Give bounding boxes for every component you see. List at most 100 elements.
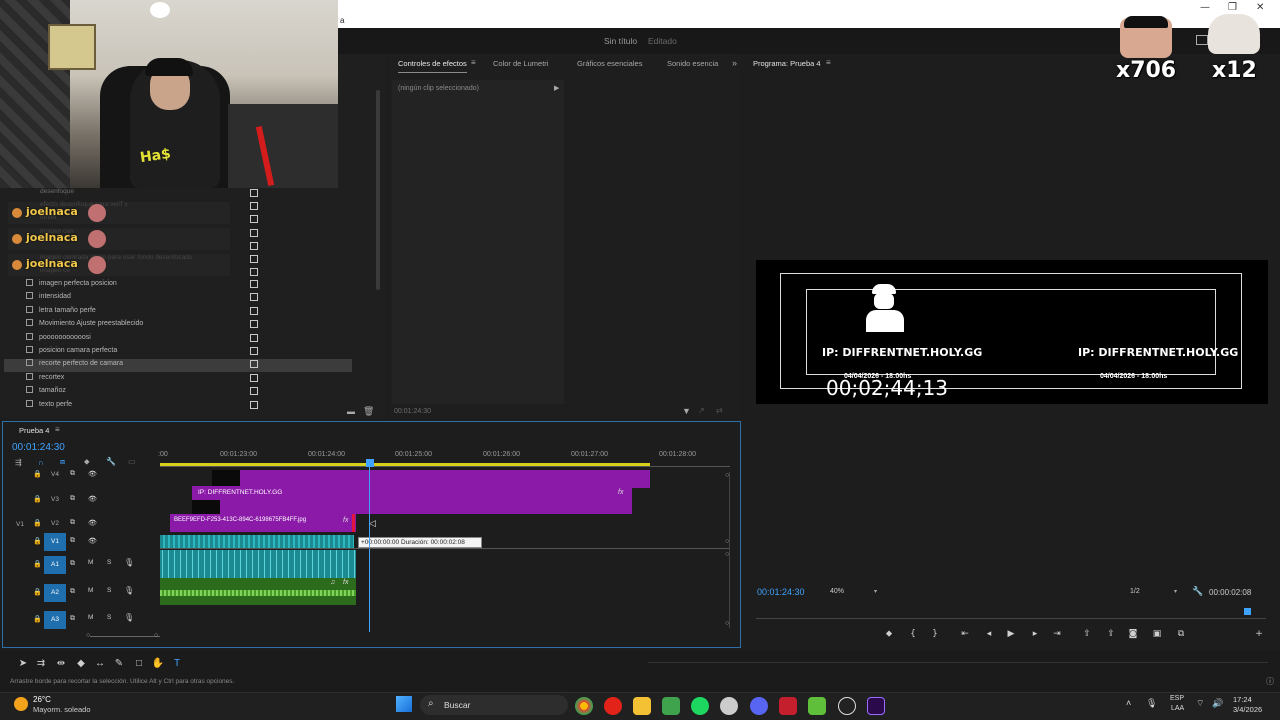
playhead-marker[interactable] (1244, 608, 1251, 615)
timeline-timecode[interactable]: 00:01:24:30 (12, 442, 65, 453)
scroll-handle-icon[interactable]: ○ (725, 472, 729, 479)
slip-icon[interactable]: ↔ (93, 658, 107, 669)
lock-icon[interactable]: 🔒 (33, 470, 42, 478)
text-tool-icon[interactable]: T (170, 658, 184, 669)
play-icon[interactable]: ▶ (1004, 629, 1018, 639)
lift-icon[interactable]: ⇧ (1080, 629, 1094, 639)
tab-effect-controls[interactable]: Controles de efectos (398, 59, 467, 73)
link-icon[interactable]: ⇄ (716, 406, 723, 415)
marker-icon[interactable]: ⬥ (882, 629, 896, 639)
hand-icon[interactable]: ✋ (151, 658, 165, 669)
razor-icon[interactable]: ◆ (74, 658, 88, 669)
go-to-out-icon[interactable]: ⇥ (1050, 629, 1064, 639)
scroll-handle-icon[interactable]: ○ (154, 632, 158, 639)
microphone-icon[interactable]: 🎙 (124, 613, 134, 622)
mute-button[interactable]: M (88, 614, 93, 621)
timeline-hscroll[interactable] (90, 636, 160, 637)
step-forward-icon[interactable]: ▸ (1028, 629, 1042, 639)
snap-icon[interactable]: ∩ (38, 458, 44, 467)
language-code[interactable]: ESP (1170, 695, 1184, 702)
clock-date[interactable]: 3/4/2026 (1233, 705, 1262, 714)
go-to-in-icon[interactable]: ⇤ (958, 629, 972, 639)
scroll-handle-icon[interactable]: ○ (725, 538, 729, 545)
clock-time[interactable]: 17:24 (1233, 695, 1252, 704)
project-item[interactable]: tamañoz (4, 386, 352, 399)
tray-chevron-icon[interactable]: ˄ (1126, 698, 1131, 708)
minimize-icon[interactable]: — (1200, 2, 1210, 13)
eye-icon[interactable]: 👁 (88, 537, 97, 545)
preset-icon[interactable] (250, 268, 258, 276)
premiere-icon[interactable] (867, 697, 885, 715)
preset-icon[interactable] (250, 189, 258, 197)
microphone-icon[interactable]: 🎙 (124, 586, 134, 595)
eye-icon[interactable]: 👁 (88, 495, 97, 503)
microphone-icon[interactable]: 🎙 (1146, 698, 1157, 709)
opera-icon[interactable] (604, 697, 622, 715)
preset-icon[interactable] (250, 387, 258, 396)
clip-jpg[interactable]: BEEF9EFD-F253-413C-894C-6198675FB4FF.jpg… (170, 514, 356, 532)
scroll-handle-icon[interactable]: ○ (86, 632, 90, 639)
media-player-icon[interactable] (838, 697, 856, 715)
expand-icon[interactable]: ▶ (554, 84, 559, 92)
new-bin-icon[interactable]: ▬ (347, 407, 355, 416)
lock-icon[interactable]: 🔒 (33, 537, 42, 545)
spotify-icon[interactable] (691, 697, 709, 715)
volume-icon[interactable]: 🔊 (1212, 698, 1223, 709)
timeline-vscroll[interactable] (729, 472, 730, 628)
track-label[interactable]: V4 (44, 466, 66, 484)
project-item[interactable]: pooooooooooosi (4, 332, 352, 346)
app-icon[interactable] (779, 697, 797, 715)
weather-temp[interactable]: 26°C (33, 695, 51, 704)
language-layout[interactable]: LAA (1171, 705, 1184, 712)
track-label[interactable]: V2 (44, 515, 66, 533)
clip-a1-audio[interactable] (160, 550, 356, 578)
project-item[interactable]: Movimiento Ajuste preestablecido (4, 319, 352, 332)
track-label[interactable]: A2 (44, 584, 66, 602)
add-marker-icon[interactable]: ⬥ (84, 457, 90, 467)
track-label[interactable]: A1 (44, 556, 66, 574)
solo-button[interactable]: S (107, 614, 111, 621)
eye-icon[interactable]: 👁 (88, 470, 97, 478)
mute-button[interactable]: M (88, 587, 93, 594)
preset-icon[interactable] (250, 255, 258, 263)
selection-tool-icon[interactable]: ➤ (16, 658, 30, 669)
sync-lock-icon[interactable]: ⧉ (70, 615, 75, 623)
preset-icon[interactable] (250, 320, 258, 329)
more-tabs-icon[interactable]: » (732, 58, 737, 68)
source-track-label[interactable]: V1 (16, 521, 24, 528)
info-icon[interactable]: ⓘ (1266, 676, 1274, 687)
add-button-icon[interactable]: + (1252, 629, 1266, 639)
preset-icon[interactable] (250, 280, 258, 288)
mute-button[interactable]: M (88, 559, 93, 566)
preset-icon[interactable] (250, 400, 258, 409)
search-box[interactable]: ⌕ Buscar (420, 695, 568, 715)
trash-icon[interactable]: 🗑 (363, 406, 374, 417)
step-back-icon[interactable]: ◂ (982, 629, 996, 639)
preset-icon[interactable] (250, 229, 258, 237)
preset-icon[interactable] (250, 360, 258, 369)
lock-icon[interactable]: 🔒 (33, 588, 42, 596)
lock-icon[interactable]: 🔒 (33, 495, 42, 503)
filter-icon[interactable]: ▼ (682, 406, 691, 416)
track-label[interactable]: A3 (44, 611, 66, 629)
tab-lumetri-color[interactable]: Color de Lumetri (493, 59, 548, 68)
lock-icon[interactable]: 🔒 (33, 615, 42, 623)
windows-start-icon[interactable] (396, 696, 412, 712)
sync-lock-icon[interactable]: ⧉ (70, 588, 75, 596)
scroll-handle-icon[interactable]: ○ (725, 620, 729, 627)
block-app-icon[interactable] (808, 697, 826, 715)
menu-icon[interactable]: ≡ (471, 58, 476, 67)
clip-v1-video[interactable] (160, 535, 354, 549)
extract-icon[interactable]: ⇪ (1104, 629, 1118, 639)
project-item[interactable]: recortex (4, 372, 352, 386)
ripple-edit-icon[interactable]: ⇹ (54, 658, 68, 669)
resolution-select[interactable]: 1/2 (1130, 588, 1140, 595)
weather-desc[interactable]: Mayorm. soleado (33, 705, 91, 714)
project-item[interactable]: intensidad (4, 292, 352, 305)
chrome-icon[interactable] (575, 697, 593, 715)
sync-lock-icon[interactable]: ⧉ (70, 470, 75, 478)
microphone-icon[interactable]: 🎙 (124, 558, 134, 567)
trim-edge[interactable] (352, 514, 355, 532)
preset-icon[interactable] (250, 202, 258, 210)
track-label[interactable]: V1 (44, 533, 66, 551)
